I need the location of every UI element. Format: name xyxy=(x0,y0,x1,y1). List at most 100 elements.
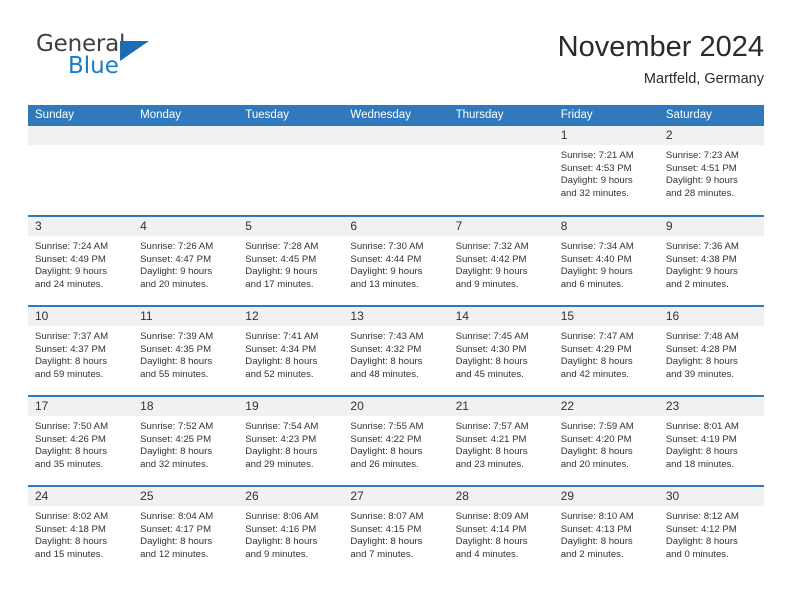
calendar-cell-day-8[interactable]: 8 Sunrise: 7:34 AM Sunset: 4:40 PM Daylight… xyxy=(553,215,659,306)
calendar-cell-day-9[interactable]: 9 Sunrise: 7:36 AM Sunset: 4:38 PM Daylight… xyxy=(658,215,764,306)
page-subtitle: Martfeld, Germany xyxy=(643,71,764,87)
sunset-text: Sunset: 4:37 PM xyxy=(35,343,106,355)
calendar-cell-day-29[interactable]: 29 Sunrise: 8:10 AM Sunset: 4:13 PM Dayligh… xyxy=(553,485,659,576)
daylight-text-line1: Daylight: 9 hours xyxy=(455,266,528,278)
sunset-text: Sunset: 4:16 PM xyxy=(245,523,317,535)
sunrise-text: Sunrise: 7:57 AM xyxy=(455,421,529,432)
calendar-cell-day-22[interactable]: 22 Sunrise: 7:59 AM Sunset: 4:20 PM Dayligh… xyxy=(553,395,659,486)
sunset-text: Sunset: 4:20 PM xyxy=(560,433,632,445)
day-details: Sunrise: 7:45 AM Sunset: 4:30 PM Daylight:… xyxy=(449,326,554,381)
day-number: 30 xyxy=(658,487,764,506)
day-details: Sunrise: 8:01 AM Sunset: 4:19 PM Daylight:… xyxy=(659,416,764,471)
daylight-text-line2: and 48 minutes. xyxy=(350,368,419,380)
sunrise-text: Sunrise: 7:36 AM xyxy=(665,241,739,252)
day-details: Sunrise: 8:04 AM Sunset: 4:17 PM Daylight:… xyxy=(133,506,238,561)
sunset-text: Sunset: 4:34 PM xyxy=(245,343,317,355)
calendar-cell-day-11[interactable]: 11 Sunrise: 7:39 AM Sunset: 4:35 PM Dayligh… xyxy=(133,305,239,396)
day-number: 27 xyxy=(343,487,449,506)
daylight-text-line2: and 55 minutes. xyxy=(140,368,209,380)
sunset-text: Sunset: 4:42 PM xyxy=(455,253,527,265)
calendar-cell-day-16[interactable]: 16 Sunrise: 7:48 AM Sunset: 4:28 PM Dayligh… xyxy=(658,305,764,396)
daylight-text-line2: and 29 minutes. xyxy=(245,458,314,470)
calendar-cell-day-28[interactable]: 28 Sunrise: 8:09 AM Sunset: 4:14 PM Dayligh… xyxy=(448,485,554,576)
daylight-text-line1: Daylight: 8 hours xyxy=(560,536,633,548)
day-number: 9 xyxy=(658,217,764,236)
day-number: 5 xyxy=(238,217,344,236)
daylight-text-line1: Daylight: 9 hours xyxy=(245,266,318,278)
sunrise-text: Sunrise: 7:52 AM xyxy=(140,421,214,432)
sunset-text: Sunset: 4:12 PM xyxy=(665,523,737,535)
calendar-cell-day-7[interactable]: 7 Sunrise: 7:32 AM Sunset: 4:42 PM Daylight… xyxy=(448,215,554,306)
day-details: Sunrise: 7:52 AM Sunset: 4:25 PM Daylight:… xyxy=(133,416,238,471)
calendar-cell-day-6[interactable]: 6 Sunrise: 7:30 AM Sunset: 4:44 PM Daylight… xyxy=(343,215,449,306)
day-number: 25 xyxy=(133,487,239,506)
calendar-cell-day-2[interactable]: 2 Sunrise: 7:23 AM Sunset: 4:51 PM Daylight… xyxy=(658,126,764,216)
calendar-cell-day-24[interactable]: 24 Sunrise: 8:02 AM Sunset: 4:18 PM Dayligh… xyxy=(28,485,134,576)
day-number: 16 xyxy=(658,307,764,326)
day-details: Sunrise: 8:07 AM Sunset: 4:15 PM Daylight:… xyxy=(343,506,448,561)
calendar-cell-day-27[interactable]: 27 Sunrise: 8:07 AM Sunset: 4:15 PM Dayligh… xyxy=(343,485,449,576)
day-details: Sunrise: 7:47 AM Sunset: 4:29 PM Daylight:… xyxy=(554,326,659,381)
daylight-text-line1: Daylight: 9 hours xyxy=(350,266,423,278)
calendar-cell-day-12[interactable]: 12 Sunrise: 7:41 AM Sunset: 4:34 PM Dayligh… xyxy=(238,305,344,396)
sunrise-text: Sunrise: 7:45 AM xyxy=(455,331,529,342)
sunrise-text: Sunrise: 7:48 AM xyxy=(665,331,739,342)
day-details: Sunrise: 7:30 AM Sunset: 4:44 PM Daylight:… xyxy=(343,236,448,291)
calendar-cell-day-4[interactable]: 4 Sunrise: 7:26 AM Sunset: 4:47 PM Daylight… xyxy=(133,215,239,306)
calendar-cell-day-19[interactable]: 19 Sunrise: 7:54 AM Sunset: 4:23 PM Dayligh… xyxy=(238,395,344,486)
triangle-icon xyxy=(120,41,149,61)
calendar-cell-day-3[interactable]: 3 Sunrise: 7:24 AM Sunset: 4:49 PM Daylight… xyxy=(28,215,134,306)
generalblue-logo[interactable]: General Blue xyxy=(36,31,216,89)
day-number: 20 xyxy=(343,397,449,416)
weekday-header-friday: Friday xyxy=(553,105,659,126)
daylight-text-line2: and 13 minutes. xyxy=(350,278,419,290)
sunset-text: Sunset: 4:22 PM xyxy=(350,433,422,445)
calendar-cell-day-18[interactable]: 18 Sunrise: 7:52 AM Sunset: 4:25 PM Dayligh… xyxy=(133,395,239,486)
day-details: Sunrise: 8:09 AM Sunset: 4:14 PM Daylight:… xyxy=(449,506,554,561)
day-number: 15 xyxy=(553,307,659,326)
calendar-cell-day-25[interactable]: 25 Sunrise: 8:04 AM Sunset: 4:17 PM Dayligh… xyxy=(133,485,239,576)
calendar-cell-day-1[interactable]: 1 Sunrise: 7:21 AM Sunset: 4:53 PM Daylight… xyxy=(553,126,659,216)
weekday-header-monday: Monday xyxy=(133,105,239,126)
calendar-cell-day-17[interactable]: 17 Sunrise: 7:50 AM Sunset: 4:26 PM Dayligh… xyxy=(28,395,134,486)
calendar-cell-day-23[interactable]: 23 Sunrise: 8:01 AM Sunset: 4:19 PM Dayligh… xyxy=(658,395,764,486)
sunset-text: Sunset: 4:51 PM xyxy=(665,162,737,174)
calendar-week-row: 24 Sunrise: 8:02 AM Sunset: 4:18 PM Dayligh… xyxy=(28,485,764,576)
day-details: Sunrise: 7:48 AM Sunset: 4:28 PM Daylight:… xyxy=(659,326,764,381)
sunrise-text: Sunrise: 7:23 AM xyxy=(665,150,739,161)
day-number: 18 xyxy=(133,397,239,416)
calendar-cell-day-15[interactable]: 15 Sunrise: 7:47 AM Sunset: 4:29 PM Dayligh… xyxy=(553,305,659,396)
daylight-text-line2: and 6 minutes. xyxy=(560,278,624,290)
calendar-page: General Blue November 2024 Martfeld, Ger… xyxy=(0,0,792,612)
daylight-text-line2: and 35 minutes. xyxy=(35,458,104,470)
calendar-cell-day-13[interactable]: 13 Sunrise: 7:43 AM Sunset: 4:32 PM Dayligh… xyxy=(343,305,449,396)
day-details: Sunrise: 8:06 AM Sunset: 4:16 PM Daylight:… xyxy=(238,506,343,561)
sunrise-text: Sunrise: 7:28 AM xyxy=(245,241,319,252)
daylight-text-line1: Daylight: 8 hours xyxy=(35,446,107,458)
day-number: 2 xyxy=(658,126,764,145)
day-number: 10 xyxy=(28,307,134,326)
daylight-text-line2: and 42 minutes. xyxy=(560,368,629,380)
day-details: Sunrise: 8:02 AM Sunset: 4:18 PM Daylight:… xyxy=(28,506,133,561)
sunrise-text: Sunrise: 7:50 AM xyxy=(35,421,109,432)
calendar-cell-day-26[interactable]: 26 Sunrise: 8:06 AM Sunset: 4:16 PM Dayligh… xyxy=(238,485,344,576)
calendar-cell-day-21[interactable]: 21 Sunrise: 7:57 AM Sunset: 4:21 PM Dayligh… xyxy=(448,395,554,486)
calendar-cell-day-14[interactable]: 14 Sunrise: 7:45 AM Sunset: 4:30 PM Dayligh… xyxy=(448,305,554,396)
daylight-text-line2: and 32 minutes. xyxy=(560,187,629,199)
calendar-cell-day-10[interactable]: 10 Sunrise: 7:37 AM Sunset: 4:37 PM Dayligh… xyxy=(28,305,134,396)
day-number: 26 xyxy=(238,487,344,506)
day-details: Sunrise: 7:41 AM Sunset: 4:34 PM Daylight:… xyxy=(238,326,343,381)
calendar-cell-day-5[interactable]: 5 Sunrise: 7:28 AM Sunset: 4:45 PM Daylight… xyxy=(238,215,344,306)
daylight-text-line2: and 28 minutes. xyxy=(665,187,735,199)
day-details: Sunrise: 7:36 AM Sunset: 4:38 PM Daylight:… xyxy=(659,236,764,291)
calendar-body: 1 Sunrise: 7:21 AM Sunset: 4:53 PM Daylight… xyxy=(28,126,764,576)
daylight-text-line2: and 20 minutes. xyxy=(140,278,209,290)
sunset-text: Sunset: 4:26 PM xyxy=(35,433,106,445)
day-number: 13 xyxy=(343,307,449,326)
day-details: Sunrise: 8:12 AM Sunset: 4:12 PM Daylight:… xyxy=(659,506,764,561)
calendar-cell-day-30[interactable]: 30 Sunrise: 8:12 AM Sunset: 4:12 PM Dayligh… xyxy=(658,485,764,576)
day-details xyxy=(343,145,448,150)
calendar-cell-day-20[interactable]: 20 Sunrise: 7:55 AM Sunset: 4:22 PM Dayligh… xyxy=(343,395,449,486)
sunset-text: Sunset: 4:23 PM xyxy=(245,433,317,445)
sunset-text: Sunset: 4:29 PM xyxy=(560,343,632,355)
